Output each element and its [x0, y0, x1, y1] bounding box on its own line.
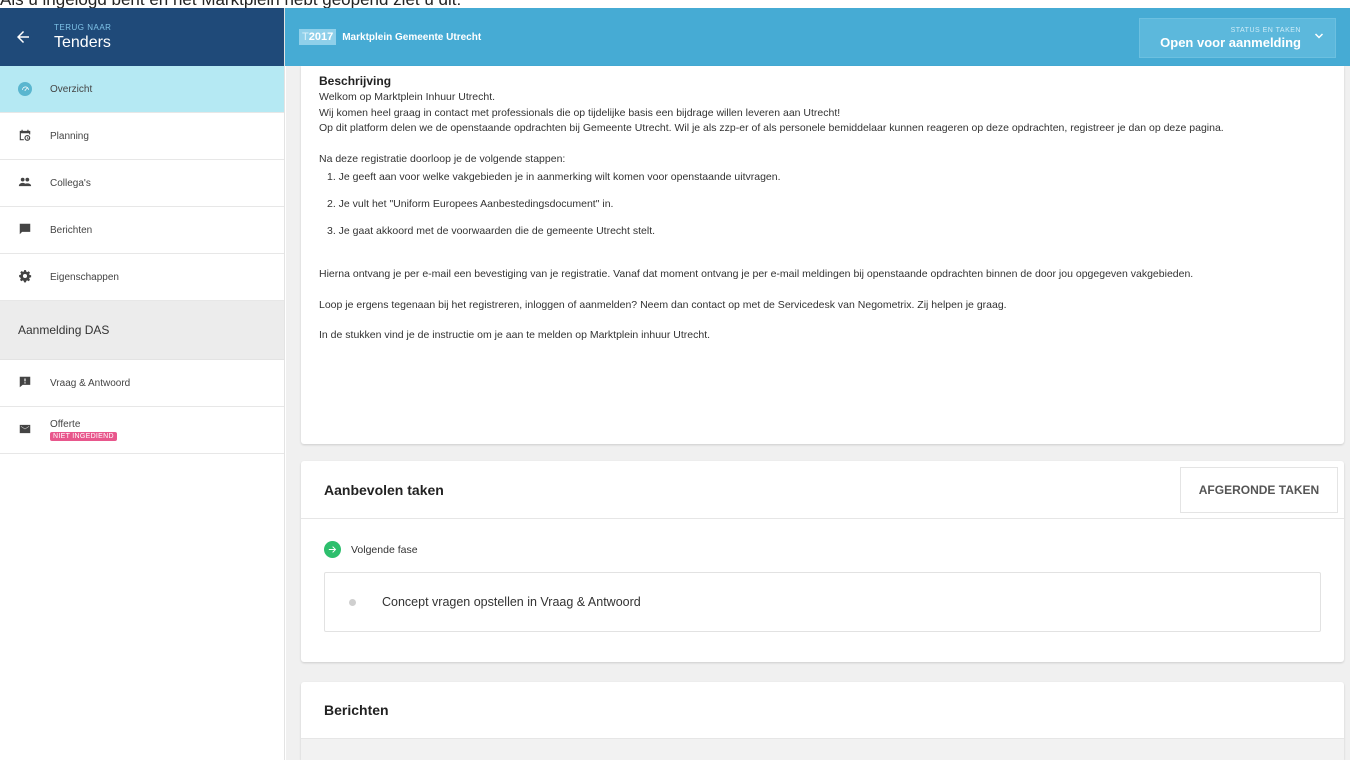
tasks-title: Aanbevolen taken [324, 481, 444, 498]
description-card: Beschrijving Welkom op Marktplein Inhuur… [301, 66, 1344, 444]
chevron-down-icon [1313, 29, 1325, 47]
list-item: 1. Je geeft aan voor welke vakgebieden j… [327, 171, 781, 183]
status-dropdown[interactable]: STATUS EN TAKEN Open voor aanmelding [1139, 18, 1336, 58]
envelope-icon [18, 422, 32, 439]
description-paragraph: Hierna ontvang je per e-mail een bevesti… [319, 268, 1194, 280]
steps-list: 1. Je geeft aan voor welke vakgebieden j… [319, 171, 1326, 252]
next-phase-label: Volgende fase [351, 543, 418, 556]
description-line: Wij komen heel graag in contact met prof… [319, 106, 841, 119]
sidebar-item-vraag-antwoord[interactable]: Vraag & Antwoord [0, 360, 284, 407]
sidebar-item-label: Collega's [50, 177, 91, 189]
tender-code-badge: T2017 [299, 29, 337, 45]
chat-alert-icon [18, 375, 32, 392]
sidebar-item-label: Planning [50, 130, 89, 142]
calendar-clock-icon [18, 128, 32, 145]
tender-code-prefix: T [302, 31, 309, 43]
main-content: Beschrijving Welkom op Marktplein Inhuur… [286, 66, 1350, 760]
sidebar-item-berichten[interactable]: Berichten [0, 207, 284, 254]
messages-title: Berichten [324, 702, 389, 718]
sidebar-item-label: Overzicht [50, 83, 93, 95]
sidebar: TERUG NAAR Tenders Overzicht Planning Co… [0, 8, 285, 760]
sidebar-item-offerte[interactable]: Offerte NIET INGEDIEND [0, 407, 284, 454]
list-item: 3. Je gaat akkoord met de voorwaarden di… [327, 225, 656, 237]
sidebar-item-collegas[interactable]: Collega's [0, 160, 284, 207]
sidebar-header[interactable]: TERUG NAAR Tenders [0, 8, 284, 66]
next-phase[interactable]: Volgende fase [324, 541, 1344, 558]
description-line: Op dit platform delen we de openstaande … [319, 122, 1224, 134]
arrow-right-circle-icon [324, 541, 341, 558]
list-item: 2. Je vult het "Uniform Europees Aanbest… [327, 198, 614, 210]
recommended-tasks-card: Aanbevolen taken AFGERONDE TAKEN Volgend… [301, 461, 1344, 662]
gear-icon [18, 269, 32, 286]
message-icon [18, 222, 32, 239]
description-line: Welkom op Marktplein Inhuur Utrecht. [319, 91, 496, 103]
people-icon [18, 175, 32, 192]
back-title[interactable]: Tenders [54, 34, 111, 52]
sidebar-item-label: Eigenschappen [50, 271, 119, 283]
sidebar-item-overzicht[interactable]: Overzicht [0, 66, 284, 113]
description-paragraph: Loop je ergens tegenaan bij het registre… [319, 298, 1007, 311]
tender-code: 2017 [308, 31, 334, 43]
sidebar-section-aanmelding-das: Aanmelding DAS [0, 301, 284, 360]
status-small-label: STATUS EN TAKEN [1230, 26, 1301, 34]
status-badge: NIET INGEDIEND [50, 432, 117, 441]
sidebar-item-label: Vraag & Antwoord [50, 377, 131, 389]
top-bar: T2017 Marktplein Gemeente Utrecht STATUS… [285, 8, 1350, 66]
sidebar-item-label: Offerte [50, 419, 81, 430]
description-title: Beschrijving [319, 74, 392, 88]
description-paragraph: In de stukken vind je de instructie om j… [319, 329, 711, 341]
messages-card: Berichten [301, 682, 1344, 760]
back-arrow-icon[interactable] [14, 28, 40, 46]
task-item[interactable]: Concept vragen opstellen in Vraag & Antw… [324, 572, 1321, 632]
sidebar-item-label: Berichten [50, 224, 93, 236]
steps-intro: Na deze registratie doorloop je de volge… [319, 152, 566, 165]
tender-title: Marktplein Gemeente Utrecht [342, 31, 482, 43]
sidebar-item-eigenschappen[interactable]: Eigenschappen [0, 254, 284, 301]
status-value: Open voor aanmelding [1160, 34, 1301, 50]
back-small-label: TERUG NAAR [54, 22, 112, 32]
completed-tasks-button[interactable]: AFGERONDE TAKEN [1180, 467, 1338, 513]
task-label: Concept vragen opstellen in Vraag & Antw… [382, 595, 641, 609]
task-status-dot [349, 598, 356, 606]
speedometer-icon [18, 82, 32, 96]
sidebar-item-planning[interactable]: Planning [0, 113, 284, 160]
messages-body [301, 739, 1344, 760]
